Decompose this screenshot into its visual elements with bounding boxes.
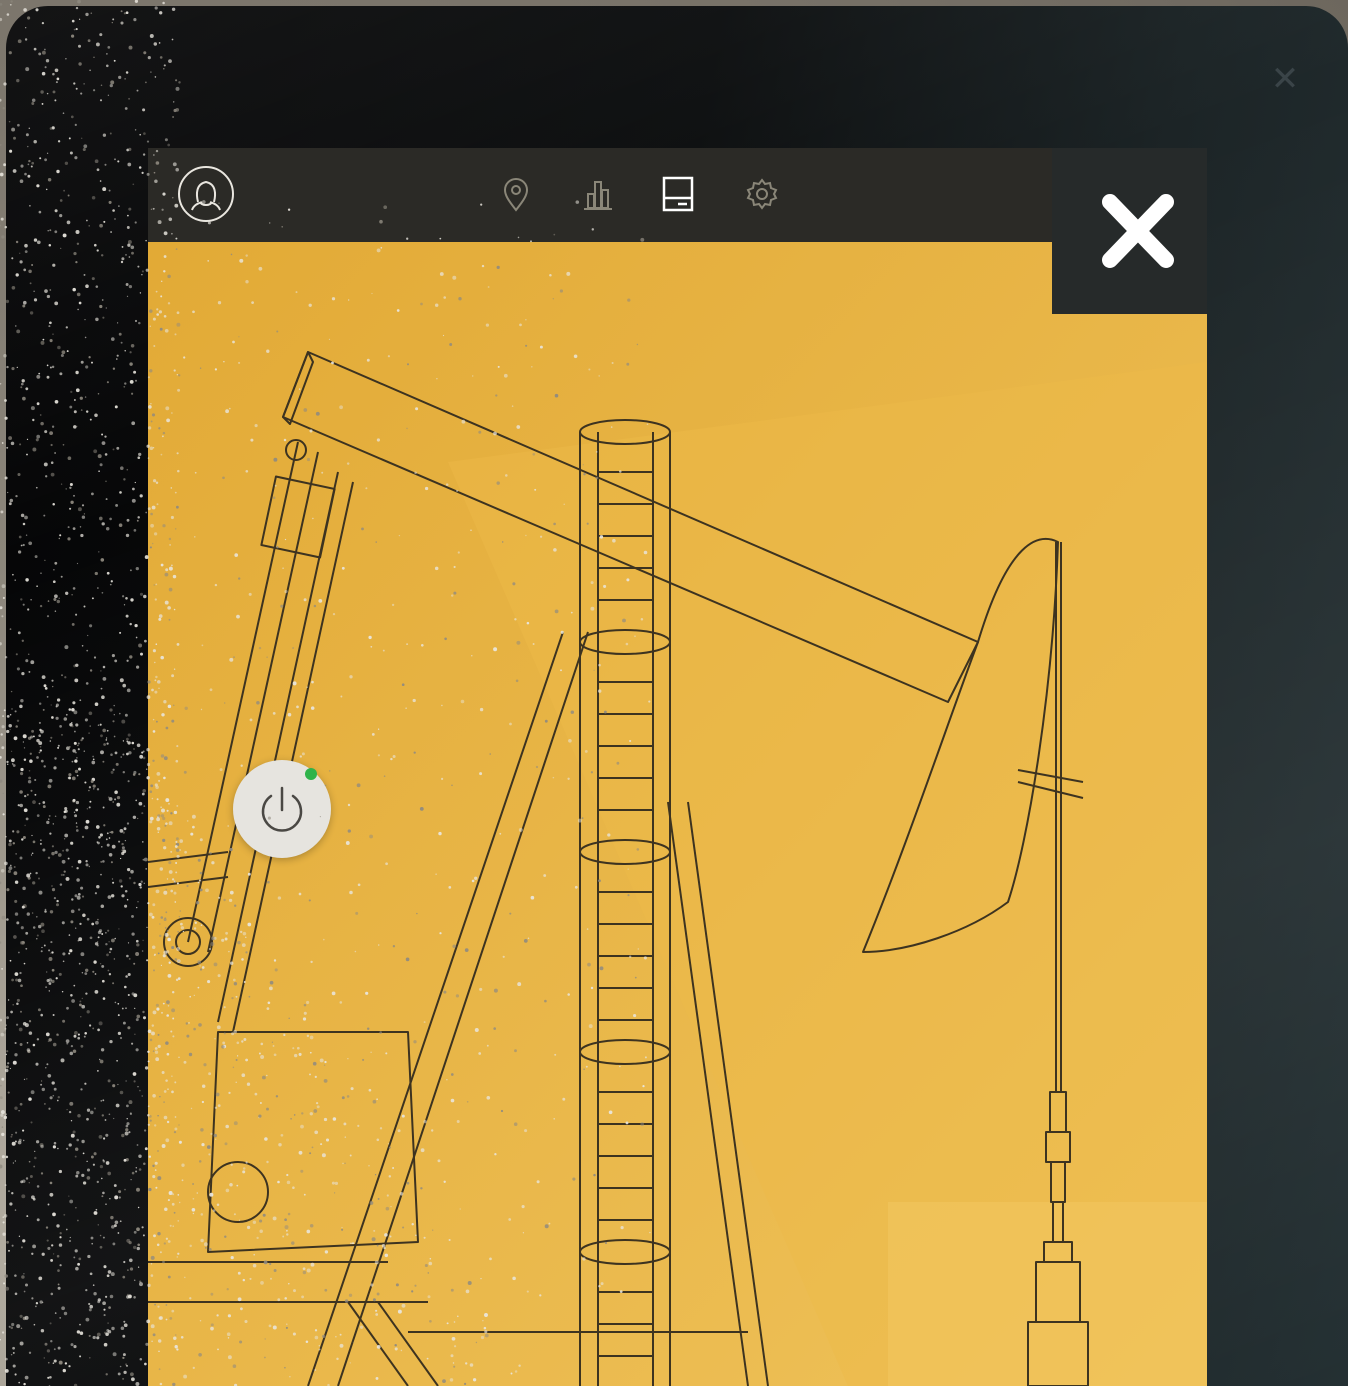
user-avatar-button[interactable]: [178, 166, 234, 222]
gear-icon[interactable]: [742, 174, 782, 214]
bezel-close-icon: ✕: [1270, 60, 1300, 98]
tablet-device: ✕: [6, 6, 1348, 1386]
user-icon: [191, 180, 221, 211]
location-pin-icon[interactable]: [496, 174, 536, 214]
panel-icon[interactable]: [658, 174, 698, 214]
bar-chart-icon[interactable]: [578, 174, 618, 214]
power-button[interactable]: [233, 760, 331, 858]
close-button[interactable]: [1052, 148, 1207, 314]
top-toolbar: [148, 148, 1207, 242]
app-screen: [148, 148, 1207, 1386]
status-indicator: [305, 768, 317, 780]
close-icon: [1102, 194, 1174, 268]
